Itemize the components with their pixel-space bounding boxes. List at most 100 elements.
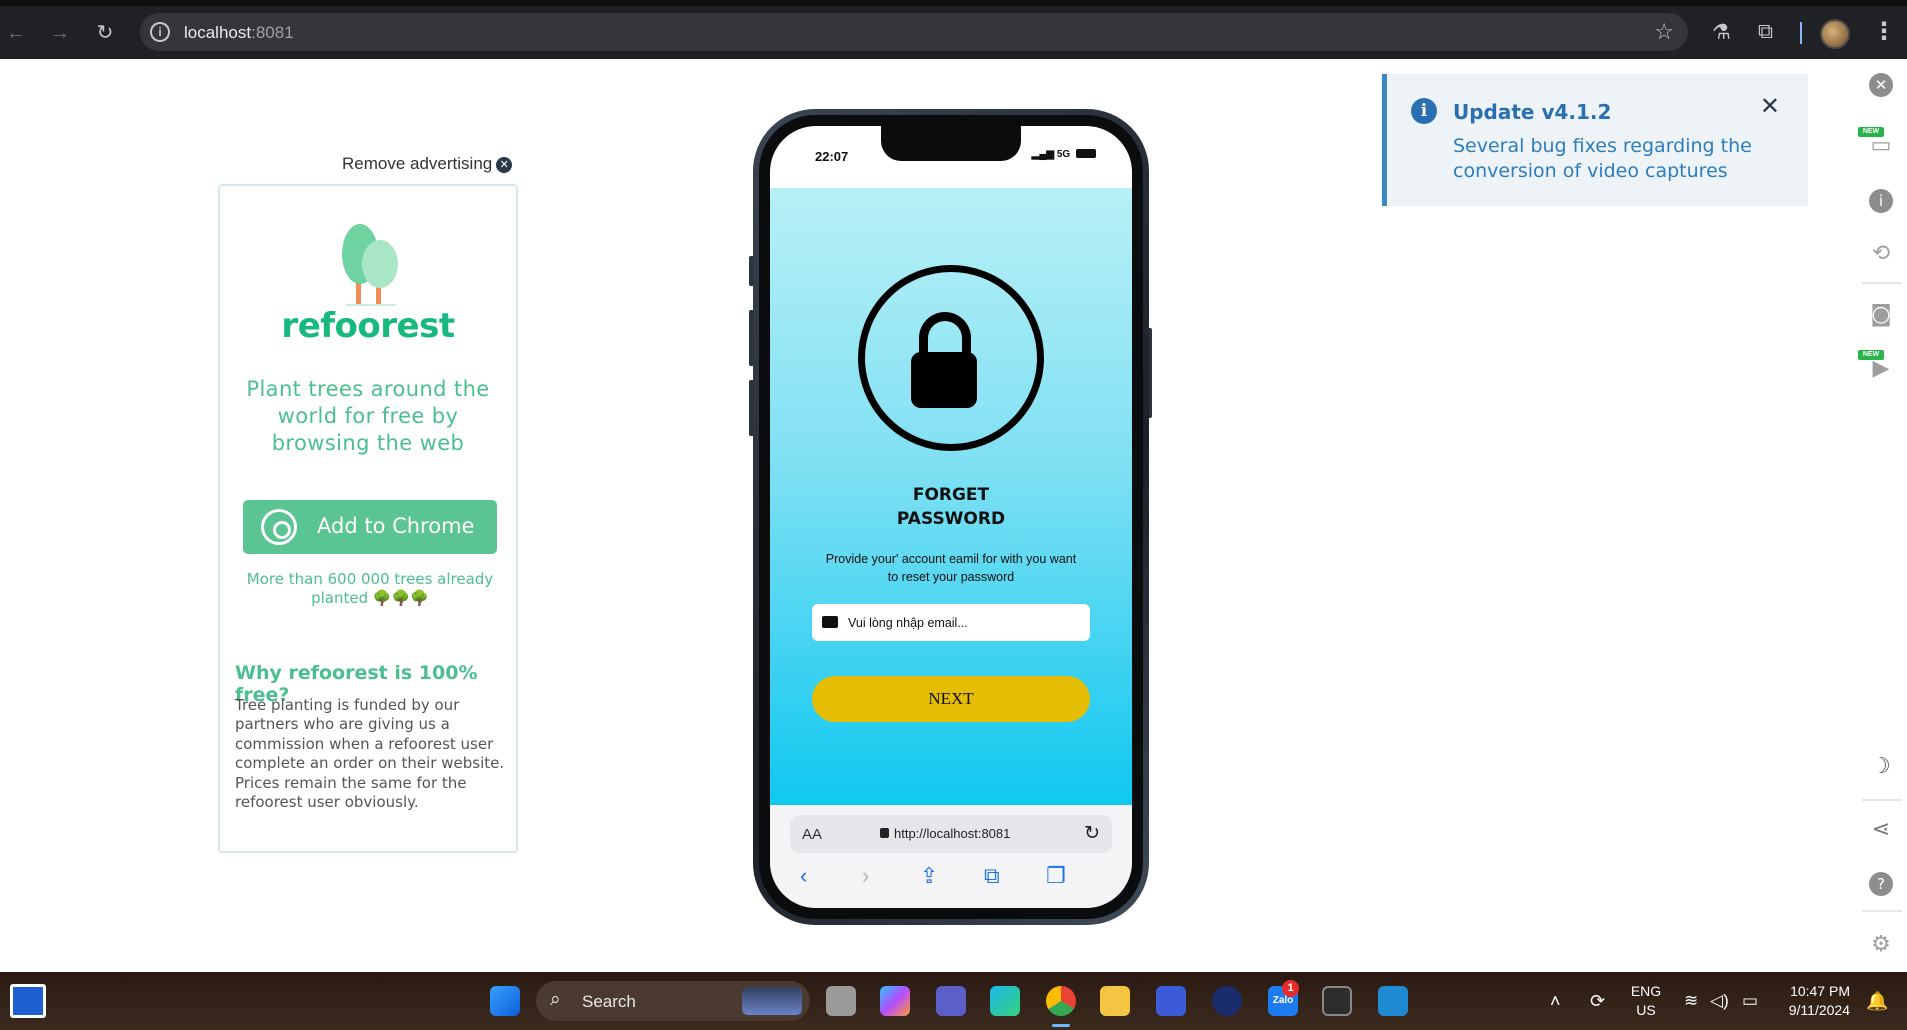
- camera-icon[interactable]: ◙: [1866, 300, 1896, 330]
- search-highlight-art: [742, 987, 802, 1015]
- safari-back-icon[interactable]: ‹: [800, 863, 807, 889]
- bookmark-star-icon[interactable]: ☆: [1654, 19, 1674, 45]
- volume-icon[interactable]: ◁): [1710, 991, 1729, 1011]
- task-switch-icon[interactable]: [826, 986, 856, 1016]
- info-icon: i: [1411, 98, 1437, 124]
- region-code: US: [1636, 1002, 1656, 1018]
- forget-password-page: FORGET PASSWORD Provide your' account ea…: [770, 188, 1132, 805]
- puzzle-extensions-icon[interactable]: ⧉: [1758, 20, 1773, 44]
- network-label: 5G: [1056, 149, 1071, 160]
- safari-url[interactable]: http://localhost:8081: [894, 826, 1010, 841]
- title-line-2: PASSWORD: [896, 509, 1006, 529]
- email-input[interactable]: [848, 613, 1078, 633]
- wifi-icon[interactable]: ≋: [1684, 991, 1698, 1011]
- url-port: :8081: [251, 23, 294, 42]
- phone-screen: 22:07 ▂▄▆ 5G FORGET PASSWORD Provide you…: [770, 126, 1132, 908]
- refoorest-brand: refoorest: [281, 306, 455, 346]
- trees-planted-text: More than 600 000 trees already planted …: [246, 570, 494, 607]
- search-label: Search: [582, 992, 636, 1011]
- chrome-icon: [261, 509, 297, 545]
- windows-taskbar: ⌕ Search Zalo: [0, 972, 1907, 1030]
- safari-bookmarks-icon[interactable]: ⧉: [984, 863, 1000, 889]
- kebab-menu-icon[interactable]: ⋮: [1872, 17, 1896, 46]
- update-notification: i Update v4.1.2 Several bug fixes regard…: [1382, 74, 1808, 206]
- add-to-chrome-button[interactable]: Add to Chrome: [243, 500, 497, 554]
- signal-icon: ▂▄▆: [1031, 149, 1055, 160]
- close-icon[interactable]: ✕: [1760, 92, 1780, 120]
- sidebar-divider: [1862, 282, 1902, 284]
- remove-advertising-link[interactable]: Remove advertising ✕: [342, 154, 513, 174]
- phone-frame: 22:07 ▂▄▆ 5G FORGET PASSWORD Provide you…: [753, 109, 1149, 925]
- flask-extension-icon[interactable]: ⚗: [1712, 20, 1731, 45]
- url-host: localhost: [184, 23, 252, 42]
- back-arrow-icon[interactable]: ←: [4, 21, 28, 45]
- toolbar-divider: [1800, 22, 1802, 44]
- profile-avatar[interactable]: [1820, 19, 1850, 49]
- email-field[interactable]: [812, 604, 1090, 641]
- language-indicator[interactable]: ENG US: [1628, 982, 1664, 1020]
- trees-logo-icon: [342, 224, 398, 306]
- info-icon[interactable]: i: [1869, 189, 1893, 213]
- edge-icon[interactable]: [990, 986, 1020, 1016]
- status-time: 22:07: [815, 149, 849, 164]
- clock-time: 10:47 PM: [1790, 983, 1850, 999]
- status-indicators: ▂▄▆ 5G: [1032, 149, 1096, 160]
- safari-forward-icon[interactable]: ›: [862, 863, 869, 889]
- settings-gear-icon[interactable]: ⚙: [1866, 930, 1896, 960]
- system-clock[interactable]: 10:47 PM 9/11/2024: [1780, 982, 1850, 1020]
- close-panel-icon[interactable]: ✕: [1869, 73, 1893, 97]
- lock-icon: [858, 265, 1044, 451]
- title-line-1: FORGET: [912, 485, 990, 505]
- ad-headline: Plant trees around the world for free by…: [246, 377, 490, 455]
- search-icon: ⌕: [550, 989, 561, 1010]
- vmware-icon[interactable]: [1156, 986, 1186, 1016]
- device-switch-icon[interactable]: ▭: [1866, 131, 1896, 161]
- advertisement-card: refoorest Plant trees around the world f…: [218, 184, 518, 853]
- battery-tray-icon[interactable]: ▭: [1742, 991, 1758, 1011]
- moon-icon[interactable]: ☽: [1866, 752, 1896, 782]
- reader-text-size-button[interactable]: AA: [802, 826, 822, 843]
- forget-password-description: Provide your' account eamil for with you…: [825, 552, 1077, 584]
- taskbar-search[interactable]: ⌕ Search: [536, 981, 810, 1021]
- task-view-icon[interactable]: [10, 984, 46, 1018]
- vscode-icon[interactable]: [1378, 986, 1408, 1016]
- address-url[interactable]: localhost:8081: [184, 23, 294, 43]
- notification-bell-icon[interactable]: 🔔: [1866, 991, 1888, 1012]
- chrome-taskbar-icon[interactable]: [1046, 986, 1076, 1027]
- language-code: ENG: [1630, 983, 1662, 999]
- copilot-icon[interactable]: [880, 986, 910, 1016]
- safari-tabs-icon[interactable]: ❐: [1046, 863, 1066, 889]
- site-info-icon[interactable]: i: [150, 22, 170, 42]
- sync-icon[interactable]: ⟳: [1590, 991, 1605, 1012]
- reload-icon[interactable]: ↻: [93, 21, 117, 45]
- rotate-icon[interactable]: ⟲: [1866, 239, 1896, 269]
- address-bar[interactable]: i localhost:8081 ☆: [140, 13, 1688, 51]
- safari-toolbar: AA http://localhost:8081 ↻ ‹ › ⇪ ⧉ ❐: [770, 805, 1132, 908]
- safari-address-bar[interactable]: AA http://localhost:8081 ↻: [790, 815, 1112, 853]
- chevron-up-icon[interactable]: ˄: [1550, 991, 1561, 1012]
- lock-body: [911, 352, 977, 408]
- zalo-notification-badge: 1: [1282, 980, 1299, 997]
- share-icon[interactable]: ⋖: [1866, 815, 1896, 845]
- help-icon[interactable]: ?: [1869, 872, 1893, 896]
- video-camera-icon[interactable]: ▶: [1866, 354, 1896, 384]
- file-explorer-icon[interactable]: [1100, 986, 1130, 1016]
- teams-icon[interactable]: [936, 986, 966, 1016]
- browser-toolbar: ← → ↻ i localhost:8081 ☆ ⚗ ⧉ ⋮: [0, 0, 1907, 59]
- safari-share-icon[interactable]: ⇪: [920, 863, 938, 889]
- padlock-icon: [880, 828, 889, 838]
- eclipse-icon[interactable]: [1212, 986, 1242, 1016]
- battery-icon: [1076, 149, 1096, 158]
- next-button[interactable]: NEXT: [812, 676, 1090, 722]
- sidebar-divider: [1862, 799, 1902, 801]
- safari-reload-icon[interactable]: ↻: [1084, 822, 1100, 845]
- sidebar-divider: [1862, 910, 1902, 912]
- mail-icon: [822, 616, 838, 628]
- forward-arrow-icon[interactable]: →: [48, 21, 72, 45]
- forget-password-title: FORGET PASSWORD: [770, 483, 1132, 531]
- windows-start-icon[interactable]: [490, 986, 520, 1016]
- remove-advertising-label: Remove advertising: [342, 154, 493, 173]
- close-circle-icon[interactable]: ✕: [496, 157, 513, 173]
- terminal-icon[interactable]: [1322, 986, 1352, 1016]
- clock-date: 9/11/2024: [1788, 1002, 1850, 1018]
